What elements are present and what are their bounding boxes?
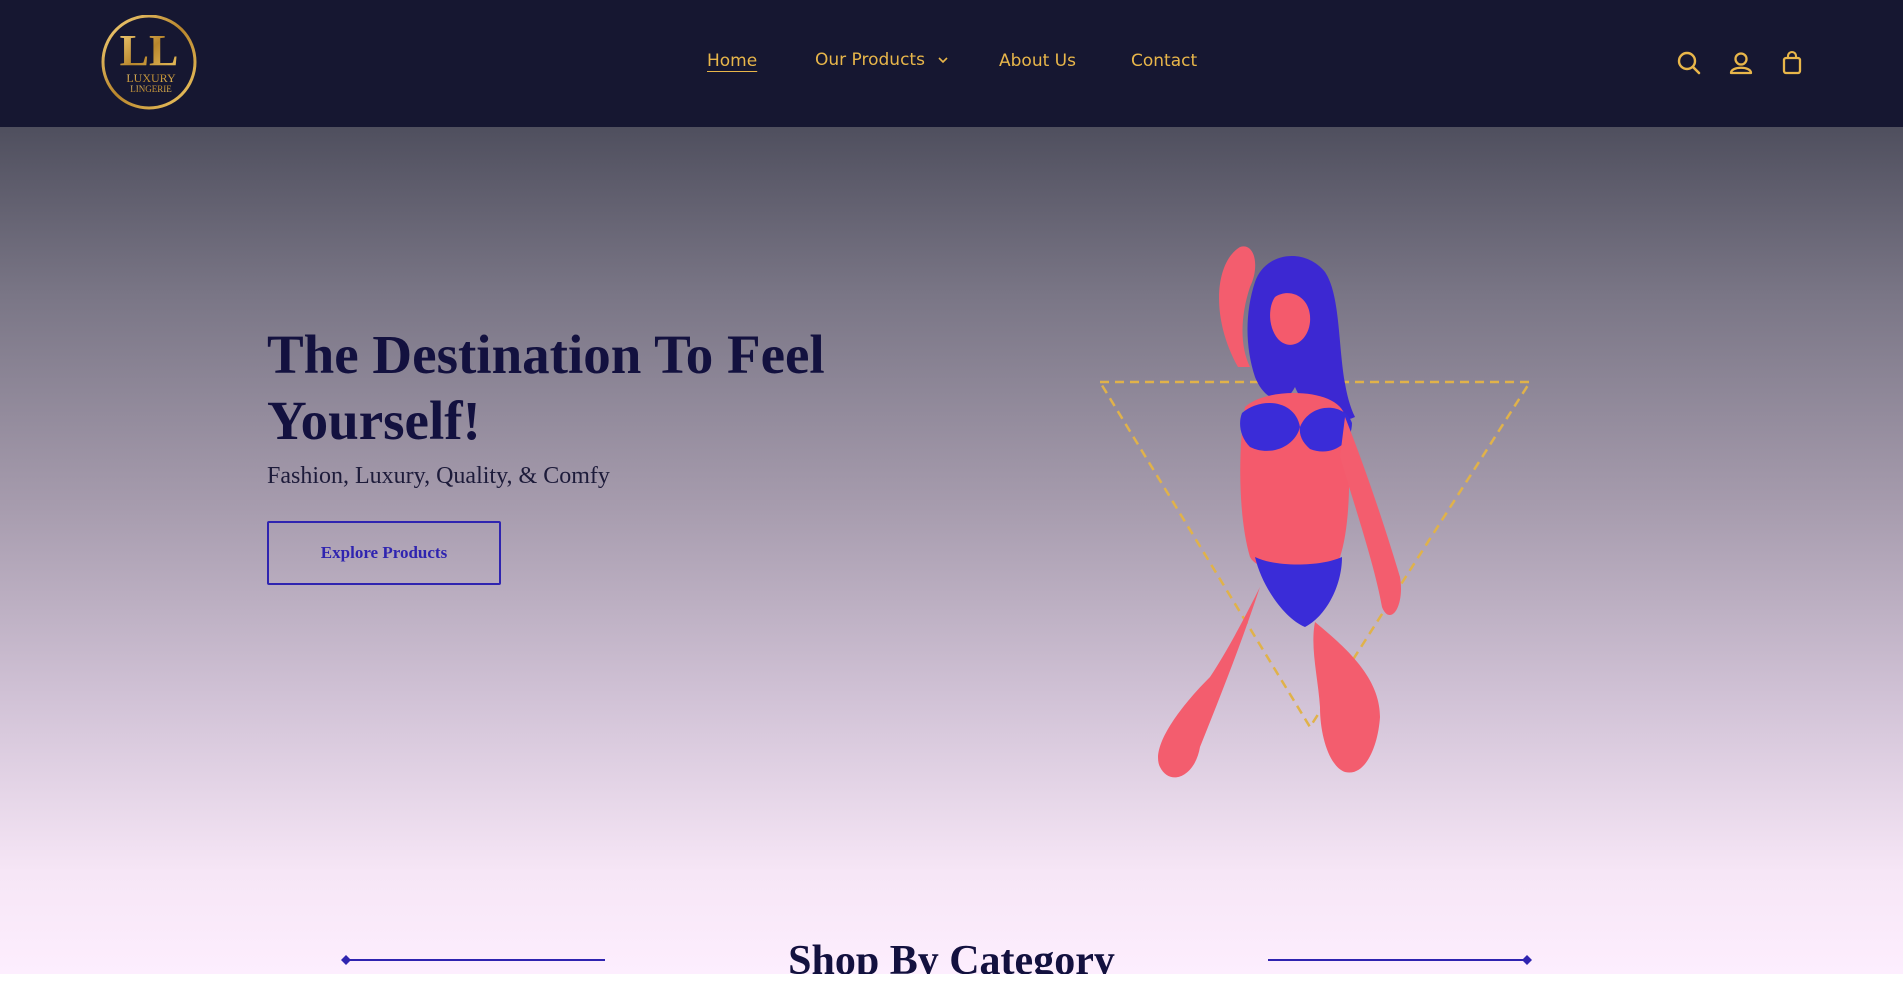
hero-title: The Destination To Feel Yourself! [267, 324, 825, 451]
account-icon[interactable] [1728, 50, 1754, 76]
nav-contact[interactable]: Contact [1131, 51, 1197, 71]
hero-subtitle: Fashion, Luxury, Quality, & Comfy [267, 463, 610, 489]
explore-products-button[interactable]: Explore Products [267, 521, 501, 585]
nav-home[interactable]: Home [707, 51, 757, 71]
chevron-down-icon [938, 56, 948, 63]
viewport-bottom [0, 974, 1903, 997]
bag-icon[interactable] [1779, 50, 1805, 76]
nav-our-products-label: Our Products [815, 50, 925, 70]
model-figure [1158, 246, 1401, 778]
hero-illustration [1097, 246, 1533, 778]
section-divider-right [1268, 955, 1532, 965]
nav-about-us[interactable]: About Us [999, 51, 1076, 71]
main-nav: Home Our Products About Us Contact [0, 0, 1903, 127]
hero-section: The Destination To Feel Yourself! Fashio… [0, 127, 1903, 974]
nav-our-products[interactable]: Our Products [815, 50, 948, 70]
site-header: LL LUXURY LINGERIE Home Our Products Abo… [0, 0, 1903, 127]
search-icon[interactable] [1676, 50, 1702, 76]
